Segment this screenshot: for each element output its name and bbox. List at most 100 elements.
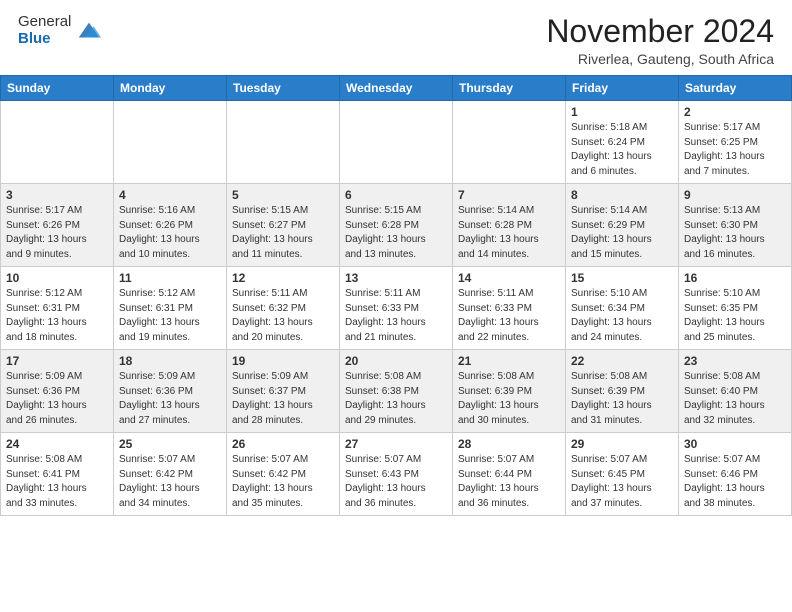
day-info: Sunrise: 5:18 AM Sunset: 6:24 PM Dayligh… bbox=[571, 122, 652, 177]
calendar-cell: 16 Sunrise: 5:10 AM Sunset: 6:35 PM Dayli… bbox=[679, 267, 792, 350]
day-info: Sunrise: 5:13 AM Sunset: 6:30 PM Dayligh… bbox=[684, 205, 765, 260]
calendar-week-row: 17Sunrise: 5:09 AM Sunset: 6:36 PM Dayli… bbox=[1, 350, 792, 433]
calendar-cell: 20 Sunrise: 5:08 AM Sunset: 6:38 PM Dayli… bbox=[340, 350, 453, 433]
day-info: Sunrise: 5:07 AM Sunset: 6:42 PM Dayligh… bbox=[232, 454, 313, 509]
calendar-cell: 6Sunrise: 5:15 AM Sunset: 6:28 PM Daylig… bbox=[340, 184, 453, 267]
logo: General Blue bbox=[18, 14, 103, 47]
day-info: Sunrise: 5:15 AM Sunset: 6:27 PM Dayligh… bbox=[232, 205, 313, 260]
day-info: Sunrise: 5:10 AM Sunset: 6:35 PM Dayligh… bbox=[684, 288, 765, 343]
calendar-cell: 19 Sunrise: 5:09 AM Sunset: 6:37 PM Dayli… bbox=[227, 350, 340, 433]
calendar-cell: 26 Sunrise: 5:07 AM Sunset: 6:42 PM Dayli… bbox=[227, 433, 340, 516]
logo-text: General Blue bbox=[18, 14, 71, 47]
calendar-cell: 18 Sunrise: 5:09 AM Sunset: 6:36 PM Dayli… bbox=[114, 350, 227, 433]
calendar-week-row: 24 Sunrise: 5:08 AM Sunset: 6:41 PM Dayli… bbox=[1, 433, 792, 516]
day-info: Sunrise: 5:17 AM Sunset: 6:25 PM Dayligh… bbox=[684, 122, 765, 177]
calendar-cell: 22 Sunrise: 5:08 AM Sunset: 6:39 PM Dayli… bbox=[566, 350, 679, 433]
calendar-cell: 3Sunrise: 5:17 AM Sunset: 6:26 PM Daylig… bbox=[1, 184, 114, 267]
calendar-cell: 4 Sunrise: 5:16 AM Sunset: 6:26 PM Daylig… bbox=[114, 184, 227, 267]
day-number: 27 bbox=[345, 437, 447, 451]
day-info: Sunrise: 5:11 AM Sunset: 6:32 PM Dayligh… bbox=[232, 288, 313, 343]
day-number: 4 bbox=[119, 188, 221, 202]
day-number: 25 bbox=[119, 437, 221, 451]
calendar-header-row: Sunday Monday Tuesday Wednesday Thursday… bbox=[1, 76, 792, 101]
day-number: 24 bbox=[6, 437, 108, 451]
calendar-week-row: 10 Sunrise: 5:12 AM Sunset: 6:31 PM Dayli… bbox=[1, 267, 792, 350]
day-number: 22 bbox=[571, 354, 673, 368]
day-number: 15 bbox=[571, 271, 673, 285]
day-number: 2 bbox=[684, 105, 786, 119]
day-info: Sunrise: 5:12 AM Sunset: 6:31 PM Dayligh… bbox=[6, 288, 87, 343]
day-number: 6 bbox=[345, 188, 447, 202]
day-info: Sunrise: 5:09 AM Sunset: 6:36 PM Dayligh… bbox=[119, 371, 200, 426]
day-number: 1 bbox=[571, 105, 673, 119]
day-info: Sunrise: 5:12 AM Sunset: 6:31 PM Dayligh… bbox=[119, 288, 200, 343]
col-saturday: Saturday bbox=[679, 76, 792, 101]
day-info: Sunrise: 5:11 AM Sunset: 6:33 PM Dayligh… bbox=[458, 288, 539, 343]
day-info: Sunrise: 5:08 AM Sunset: 6:39 PM Dayligh… bbox=[458, 371, 539, 426]
day-info: Sunrise: 5:14 AM Sunset: 6:29 PM Dayligh… bbox=[571, 205, 652, 260]
day-info: Sunrise: 5:09 AM Sunset: 6:37 PM Dayligh… bbox=[232, 371, 313, 426]
col-sunday: Sunday bbox=[1, 76, 114, 101]
calendar-cell: 10 Sunrise: 5:12 AM Sunset: 6:31 PM Dayli… bbox=[1, 267, 114, 350]
calendar-cell: 25 Sunrise: 5:07 AM Sunset: 6:42 PM Dayli… bbox=[114, 433, 227, 516]
location: Riverlea, Gauteng, South Africa bbox=[546, 51, 774, 67]
day-info: Sunrise: 5:11 AM Sunset: 6:33 PM Dayligh… bbox=[345, 288, 426, 343]
day-number: 12 bbox=[232, 271, 334, 285]
calendar-week-row: 1 Sunrise: 5:18 AM Sunset: 6:24 PM Daylig… bbox=[1, 101, 792, 184]
col-tuesday: Tuesday bbox=[227, 76, 340, 101]
col-monday: Monday bbox=[114, 76, 227, 101]
calendar-cell: 13Sunrise: 5:11 AM Sunset: 6:33 PM Dayli… bbox=[340, 267, 453, 350]
calendar-cell: 1 Sunrise: 5:18 AM Sunset: 6:24 PM Daylig… bbox=[566, 101, 679, 184]
day-number: 19 bbox=[232, 354, 334, 368]
day-number: 11 bbox=[119, 271, 221, 285]
day-info: Sunrise: 5:16 AM Sunset: 6:26 PM Dayligh… bbox=[119, 205, 200, 260]
calendar-cell bbox=[1, 101, 114, 184]
day-number: 10 bbox=[6, 271, 108, 285]
calendar-cell: 5Sunrise: 5:15 AM Sunset: 6:27 PM Daylig… bbox=[227, 184, 340, 267]
day-info: Sunrise: 5:09 AM Sunset: 6:36 PM Dayligh… bbox=[6, 371, 87, 426]
day-number: 14 bbox=[458, 271, 560, 285]
calendar-cell bbox=[227, 101, 340, 184]
day-info: Sunrise: 5:07 AM Sunset: 6:44 PM Dayligh… bbox=[458, 454, 539, 509]
calendar-cell: 14 Sunrise: 5:11 AM Sunset: 6:33 PM Dayli… bbox=[453, 267, 566, 350]
calendar-cell: 24 Sunrise: 5:08 AM Sunset: 6:41 PM Dayli… bbox=[1, 433, 114, 516]
calendar-cell: 9Sunrise: 5:13 AM Sunset: 6:30 PM Daylig… bbox=[679, 184, 792, 267]
day-number: 20 bbox=[345, 354, 447, 368]
logo-blue: Blue bbox=[18, 31, 71, 48]
calendar-cell: 11 Sunrise: 5:12 AM Sunset: 6:31 PM Dayli… bbox=[114, 267, 227, 350]
logo-icon bbox=[75, 17, 103, 45]
col-wednesday: Wednesday bbox=[340, 76, 453, 101]
day-info: Sunrise: 5:08 AM Sunset: 6:40 PM Dayligh… bbox=[684, 371, 765, 426]
col-thursday: Thursday bbox=[453, 76, 566, 101]
day-number: 16 bbox=[684, 271, 786, 285]
calendar-table: Sunday Monday Tuesday Wednesday Thursday… bbox=[0, 75, 792, 516]
col-friday: Friday bbox=[566, 76, 679, 101]
day-info: Sunrise: 5:08 AM Sunset: 6:38 PM Dayligh… bbox=[345, 371, 426, 426]
day-info: Sunrise: 5:07 AM Sunset: 6:42 PM Dayligh… bbox=[119, 454, 200, 509]
day-info: Sunrise: 5:07 AM Sunset: 6:43 PM Dayligh… bbox=[345, 454, 426, 509]
calendar-cell: 2 Sunrise: 5:17 AM Sunset: 6:25 PM Daylig… bbox=[679, 101, 792, 184]
calendar-cell: 17Sunrise: 5:09 AM Sunset: 6:36 PM Dayli… bbox=[1, 350, 114, 433]
calendar-cell: 27 Sunrise: 5:07 AM Sunset: 6:43 PM Dayli… bbox=[340, 433, 453, 516]
day-number: 28 bbox=[458, 437, 560, 451]
day-number: 7 bbox=[458, 188, 560, 202]
day-number: 26 bbox=[232, 437, 334, 451]
calendar-cell: 28 Sunrise: 5:07 AM Sunset: 6:44 PM Dayli… bbox=[453, 433, 566, 516]
calendar-cell: 12 Sunrise: 5:11 AM Sunset: 6:32 PM Dayli… bbox=[227, 267, 340, 350]
day-info: Sunrise: 5:17 AM Sunset: 6:26 PM Dayligh… bbox=[6, 205, 87, 260]
day-number: 18 bbox=[119, 354, 221, 368]
day-number: 29 bbox=[571, 437, 673, 451]
calendar-cell bbox=[340, 101, 453, 184]
day-info: Sunrise: 5:08 AM Sunset: 6:41 PM Dayligh… bbox=[6, 454, 87, 509]
calendar-page: General Blue November 2024 Riverlea, Gau… bbox=[0, 0, 792, 516]
day-info: Sunrise: 5:10 AM Sunset: 6:34 PM Dayligh… bbox=[571, 288, 652, 343]
calendar-cell: 23Sunrise: 5:08 AM Sunset: 6:40 PM Dayli… bbox=[679, 350, 792, 433]
calendar-cell bbox=[114, 101, 227, 184]
day-number: 21 bbox=[458, 354, 560, 368]
day-info: Sunrise: 5:07 AM Sunset: 6:45 PM Dayligh… bbox=[571, 454, 652, 509]
calendar-cell: 21 Sunrise: 5:08 AM Sunset: 6:39 PM Dayli… bbox=[453, 350, 566, 433]
title-block: November 2024 Riverlea, Gauteng, South A… bbox=[546, 14, 774, 67]
day-info: Sunrise: 5:08 AM Sunset: 6:39 PM Dayligh… bbox=[571, 371, 652, 426]
month-title: November 2024 bbox=[546, 14, 774, 49]
calendar-cell: 8Sunrise: 5:14 AM Sunset: 6:29 PM Daylig… bbox=[566, 184, 679, 267]
